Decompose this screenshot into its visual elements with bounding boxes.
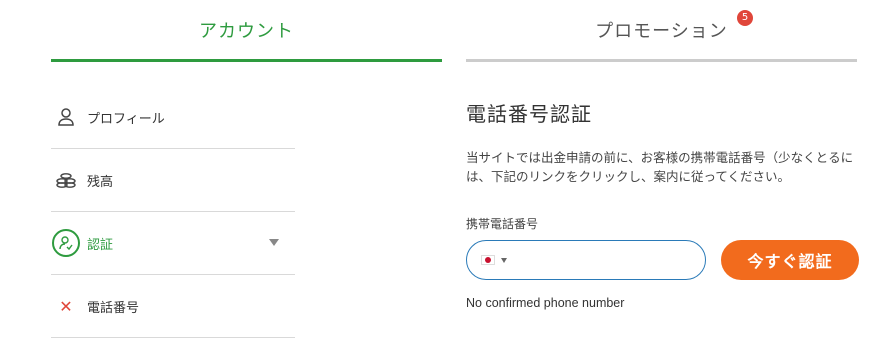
verify-now-button[interactable]: 今すぐ認証 — [721, 240, 859, 280]
tab-promotion-label: プロモーション — [595, 20, 728, 42]
menu-item-verification-label: 認証 — [87, 237, 114, 253]
close-icon: ✕ — [59, 296, 73, 316]
coins-icon — [51, 165, 81, 195]
menu-item-balance[interactable]: 残高 — [51, 149, 295, 212]
phone-input[interactable] — [466, 240, 706, 280]
account-menu: プロフィール 残高 認証 ✕ 電話番号 — [51, 86, 295, 338]
page-title: 電話番号認証 — [466, 102, 592, 126]
menu-item-profile-label: プロフィール — [87, 111, 165, 127]
menu-item-phone-label: 電話番号 — [87, 300, 140, 316]
menu-item-balance-label: 残高 — [87, 174, 114, 190]
phone-status-text: No confirmed phone number — [466, 296, 625, 310]
chevron-down-icon[interactable] — [269, 239, 279, 246]
menu-item-verification[interactable]: 認証 — [51, 212, 295, 275]
menu-item-phone[interactable]: ✕ 電話番号 — [51, 275, 295, 338]
notification-badge: 5 — [737, 10, 753, 26]
menu-item-profile[interactable]: プロフィール — [51, 86, 295, 149]
tab-account-label: アカウント — [199, 20, 294, 42]
country-dropdown-icon[interactable] — [501, 257, 507, 263]
tab-account[interactable]: アカウント — [51, 0, 442, 62]
tab-promotion[interactable]: プロモーション 5 — [466, 0, 857, 62]
phone-field-label: 携帯電話番号 — [466, 217, 539, 231]
japan-flag-icon[interactable] — [481, 255, 495, 265]
verified-user-icon — [51, 228, 81, 258]
description-text: 当サイトでは出金申請の前に、お客様の携帯電話番号（少なくとるには、下記のリンクを… — [466, 150, 854, 184]
user-icon — [51, 102, 81, 132]
